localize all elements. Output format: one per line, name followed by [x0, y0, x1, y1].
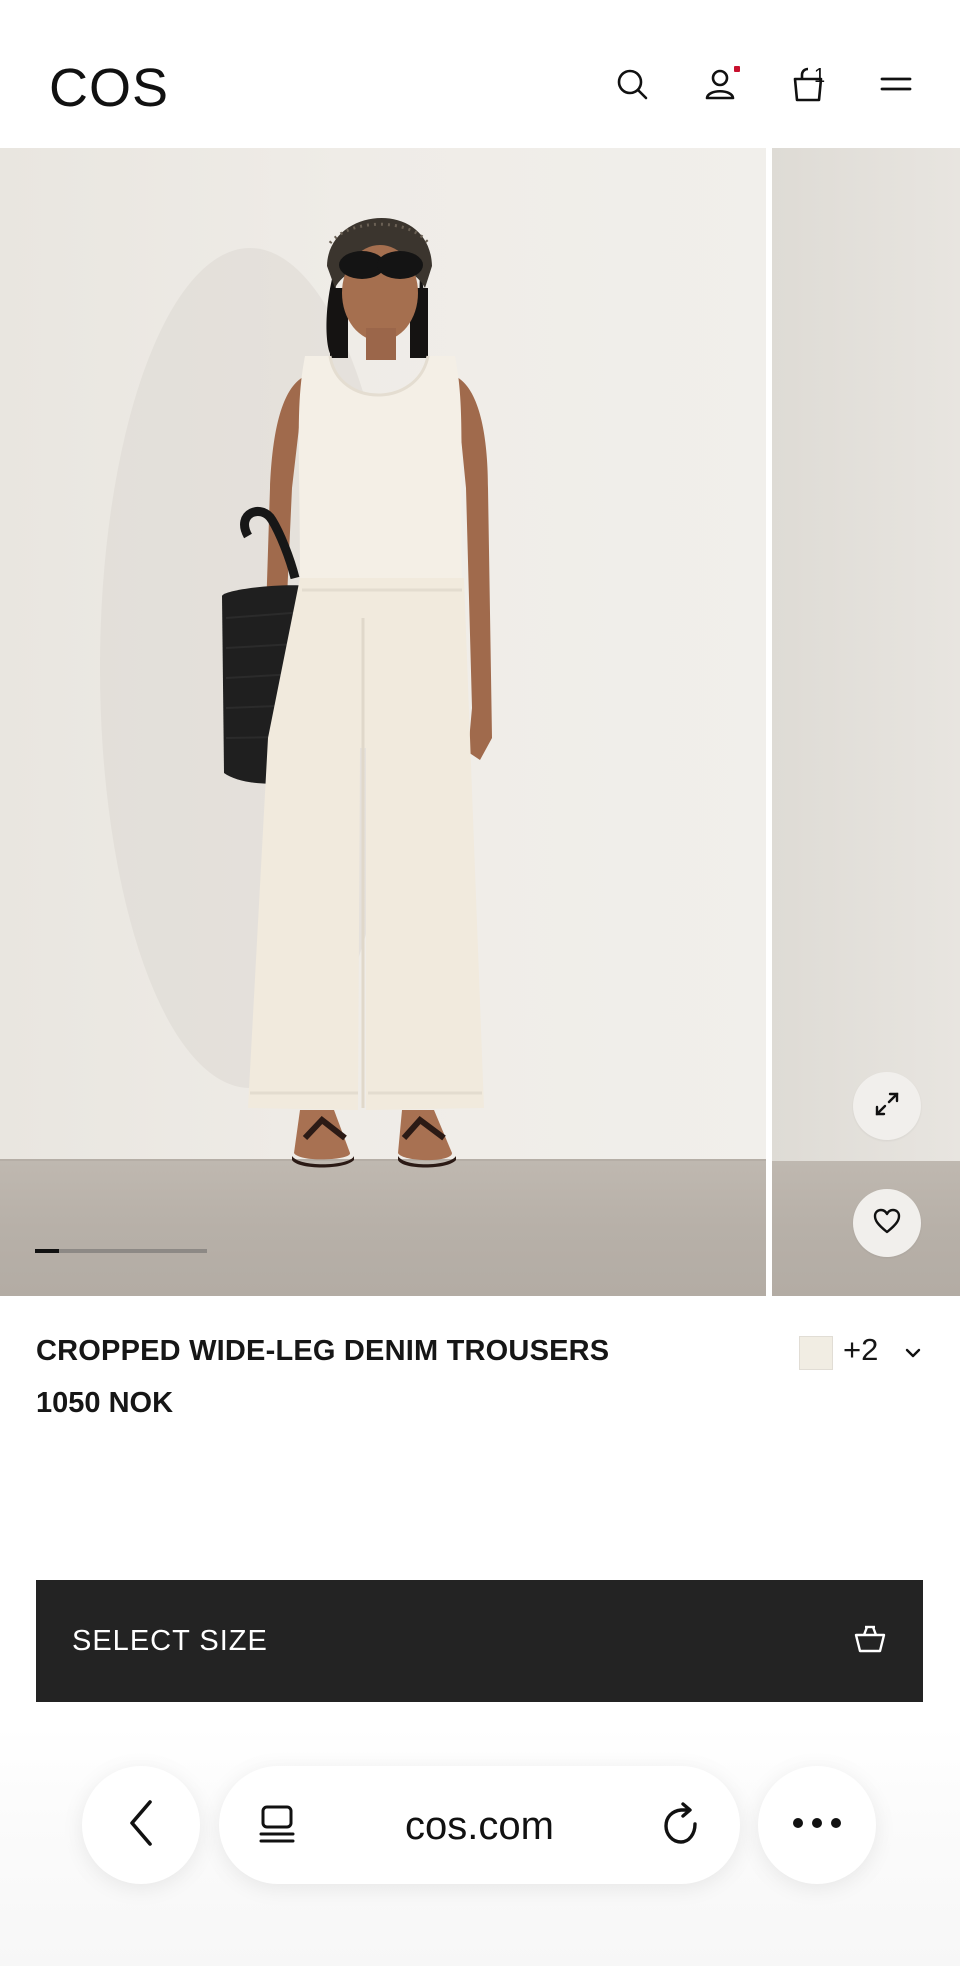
back-icon	[126, 1798, 156, 1853]
more-colors-count[interactable]: +2	[843, 1331, 878, 1369]
product-gallery[interactable]	[0, 148, 960, 1296]
cos-logo[interactable]: COS	[49, 58, 169, 118]
select-size-button[interactable]: SELECT SIZE	[36, 1580, 923, 1702]
expand-image-button[interactable]	[853, 1072, 921, 1140]
model-photo	[100, 217, 492, 1168]
more-icon	[792, 1816, 842, 1834]
expand-icon	[873, 1090, 901, 1123]
back-button[interactable]	[82, 1766, 200, 1884]
site-header: COS 1	[0, 0, 960, 148]
product-price: 1050 NOK	[36, 1387, 174, 1419]
product-image-main[interactable]	[0, 148, 766, 1296]
heart-icon	[873, 1208, 901, 1239]
address-bar[interactable]: cos.com	[219, 1766, 740, 1884]
gallery-progress	[35, 1249, 207, 1253]
bag-count: 1	[814, 65, 826, 87]
wishlist-button[interactable]	[853, 1189, 921, 1257]
reload-icon[interactable]	[661, 1802, 705, 1853]
menu-icon[interactable]	[876, 64, 916, 104]
product-page: COS 1 CROPPED WIDE-LEG DENIM TROUSERS 10…	[0, 0, 960, 1966]
basket-icon	[853, 1624, 887, 1659]
color-swatch[interactable]	[799, 1336, 833, 1370]
more-button[interactable]	[758, 1766, 876, 1884]
product-title: CROPPED WIDE-LEG DENIM TROUSERS	[36, 1335, 610, 1367]
gallery-progress-fill	[35, 1249, 60, 1253]
search-icon[interactable]	[612, 64, 652, 104]
select-size-label: SELECT SIZE	[72, 1624, 268, 1657]
account-notification-dot	[734, 66, 740, 72]
chevron-down-icon[interactable]	[902, 1342, 924, 1364]
